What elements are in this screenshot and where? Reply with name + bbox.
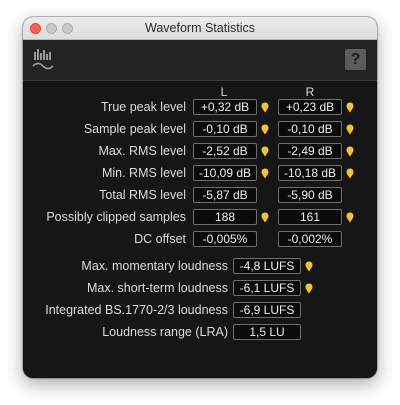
statistics-panel: L R True peak level +0,32 dB +0,23 dB Sampl… (23, 81, 377, 378)
waveform-statistics-icon (32, 49, 54, 70)
left-channel-value: -2,52 dB (193, 143, 257, 159)
loudness-marker-icon (305, 261, 313, 272)
loudness-label: Integrated BS.1770-2/3 loudness (45, 303, 228, 317)
waveform-statistics-window: Waveform Statistics ? L R True peak leve… (23, 17, 377, 378)
right-marker-icon (346, 146, 354, 157)
right-marker-icon (346, 212, 354, 223)
left-channel-value: -0,10 dB (193, 121, 257, 137)
right-channel-value: -0,002% (278, 231, 342, 247)
loudness-marker-icon (305, 283, 313, 294)
left-channel-value: +0,32 dB (193, 99, 257, 115)
right-channel-value: -2,49 dB (278, 143, 342, 159)
right-marker-icon (346, 102, 354, 113)
loudness-label: Loudness range (LRA) (102, 325, 228, 339)
left-channel-header: L (220, 85, 228, 99)
stat-label: Max. RMS level (98, 144, 186, 158)
loudness-value: -6,9 LUFS (233, 302, 301, 318)
stat-label: Min. RMS level (101, 166, 186, 180)
left-channel-value: -10,09 dB (193, 165, 257, 181)
right-channel-value: -0,10 dB (278, 121, 342, 137)
right-channel-value: -5,90 dB (278, 187, 342, 203)
stat-label: Total RMS level (99, 188, 186, 202)
toolbar: ? (23, 40, 377, 81)
window-title: Waveform Statistics (145, 21, 255, 35)
left-marker-icon (261, 212, 269, 223)
help-button[interactable]: ? (345, 49, 366, 70)
stat-label: True peak level (101, 100, 186, 114)
right-channel-header: R (305, 85, 315, 99)
left-marker-icon (261, 168, 269, 179)
left-channel-value: -5,87 dB (193, 187, 257, 203)
right-channel-value: +0,23 dB (278, 99, 342, 115)
right-channel-value: 161 (278, 209, 342, 225)
left-channel-value: 188 (193, 209, 257, 225)
loudness-value: -6,1 LUFS (233, 280, 301, 296)
right-channel-value: -10,18 dB (278, 165, 342, 181)
title-bar: Waveform Statistics (23, 17, 377, 40)
loudness-value: 1,5 LU (233, 324, 301, 340)
stat-label: DC offset (134, 232, 186, 246)
right-marker-icon (346, 168, 354, 179)
loudness-label: Max. momentary loudness (81, 259, 228, 273)
left-channel-value: -0,005% (193, 231, 257, 247)
loudness-label: Max. short-term loudness (86, 281, 228, 295)
stat-label: Sample peak level (83, 122, 186, 136)
right-marker-icon (346, 124, 354, 135)
loudness-value: -4,8 LUFS (233, 258, 301, 274)
left-marker-icon (261, 102, 269, 113)
stat-label: Possibly clipped samples (46, 210, 186, 224)
left-marker-icon (261, 124, 269, 135)
left-marker-icon (261, 146, 269, 157)
